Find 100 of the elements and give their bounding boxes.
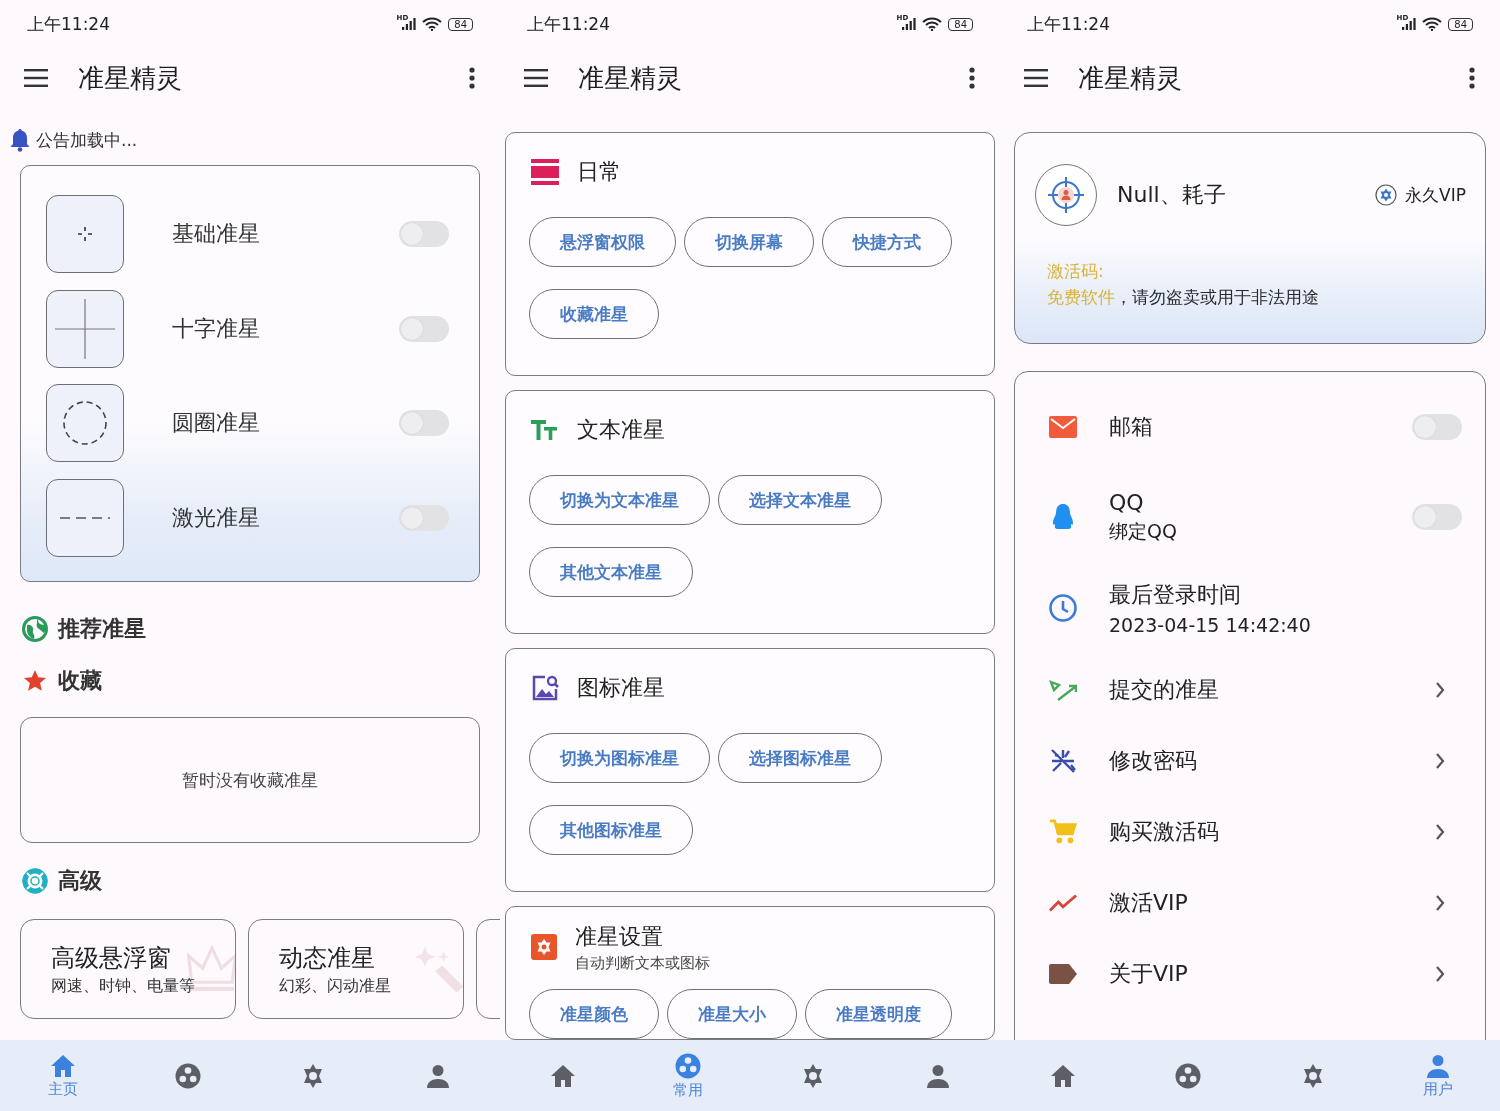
action-button[interactable]: 其他图标准星 xyxy=(529,805,693,855)
gear-icon xyxy=(531,934,557,960)
app-title: 准星精灵 xyxy=(1078,61,1183,95)
dashed-circle-icon xyxy=(62,400,108,447)
cross-lines-icon xyxy=(55,298,115,359)
action-button[interactable]: 准星颜色 xyxy=(529,989,659,1039)
user-name: Null、耗子 xyxy=(1117,181,1227,209)
settings-item[interactable]: 关于VIP xyxy=(1049,938,1462,1009)
three-dots-circle-icon xyxy=(174,1062,201,1089)
signal-icon xyxy=(902,18,917,30)
group-title: 日常 xyxy=(577,158,621,186)
battery-indicator: 84 xyxy=(948,17,973,31)
feature-card[interactable]: 高级悬浮窗 网速、时钟、电量等 xyxy=(20,919,236,1019)
group-title: 文本准星 xyxy=(577,416,665,444)
crosshair-label: 激光准星 xyxy=(172,503,261,532)
action-button[interactable]: 准星大小 xyxy=(667,989,797,1039)
item-subtitle: 2023-04-15 14:42:40 xyxy=(1109,614,1312,636)
home-icon xyxy=(1049,1063,1076,1088)
toggle-switch[interactable] xyxy=(399,410,449,437)
toggle-switch[interactable] xyxy=(399,221,449,248)
menu-icon[interactable] xyxy=(24,69,48,87)
item-title: 激活VIP xyxy=(1109,888,1189,917)
more-icon[interactable] xyxy=(469,67,475,89)
chevron-right-icon xyxy=(1435,822,1445,841)
license-notice: 免费软件，请勿盗卖或用于非法用途 xyxy=(1047,286,1320,309)
action-button[interactable]: 选择图标准星 xyxy=(718,733,882,783)
toggle-switch[interactable] xyxy=(1412,504,1462,530)
menu-icon[interactable] xyxy=(1024,69,1048,87)
tag-icon xyxy=(1049,963,1077,984)
item-title: 修改密码 xyxy=(1109,746,1198,775)
action-button[interactable]: 快捷方式 xyxy=(822,217,952,267)
three-dots-circle-icon xyxy=(674,1053,701,1079)
more-icon[interactable] xyxy=(969,67,975,89)
settings-item[interactable]: 提交的准星 xyxy=(1049,654,1462,725)
notice-text: 公告加载中... xyxy=(36,128,138,152)
action-button[interactable]: 其他文本准星 xyxy=(529,547,693,597)
feature-title: 高级悬浮窗 xyxy=(51,943,171,974)
app-title: 准星精灵 xyxy=(578,61,683,95)
crosshair-preview[interactable] xyxy=(46,195,124,274)
group-subtitle: 自动判断文本或图标 xyxy=(575,953,710,973)
crosshair-label: 基础准星 xyxy=(172,220,261,249)
action-button[interactable]: 收藏准星 xyxy=(529,289,659,339)
star-icon xyxy=(22,668,48,694)
action-button[interactable]: 准星透明度 xyxy=(805,989,952,1039)
toggle-switch[interactable] xyxy=(399,504,449,531)
group-title: 准星设置 xyxy=(575,922,664,951)
three-dots-circle-icon xyxy=(1174,1062,1201,1089)
action-button[interactable]: 切换为图标准星 xyxy=(529,733,710,783)
battery-indicator: 84 xyxy=(1448,17,1473,31)
target-person-icon xyxy=(1046,175,1086,215)
person-icon xyxy=(1426,1054,1449,1078)
vip-label: 永久VIP xyxy=(1405,183,1466,207)
chevron-right-icon xyxy=(1435,680,1445,699)
settings-item[interactable]: 激活VIP xyxy=(1049,867,1462,938)
lifebuoy-icon xyxy=(22,868,48,894)
shopping-cart-icon xyxy=(1049,817,1077,846)
app-title: 准星精灵 xyxy=(78,61,183,95)
feature-subtitle: 幻彩、闪动准星 xyxy=(279,976,391,997)
item-title: 最后登录时间 xyxy=(1109,581,1242,609)
stacked-bars-icon xyxy=(531,159,559,185)
crosshair-preview[interactable] xyxy=(46,384,124,463)
settings-item[interactable]: 邮箱 xyxy=(1049,382,1462,472)
dashed-line-icon xyxy=(60,515,110,520)
clock-icon xyxy=(1049,594,1077,622)
more-icon[interactable] xyxy=(1469,67,1475,89)
globe-icon xyxy=(22,616,48,642)
text-size-icon xyxy=(531,418,559,442)
wifi-icon xyxy=(1422,17,1443,31)
menu-icon[interactable] xyxy=(524,69,548,87)
toggle-switch[interactable] xyxy=(399,315,449,342)
gear-badge-icon xyxy=(1375,184,1398,206)
envelope-icon xyxy=(1049,416,1077,438)
section-heading: 收藏 xyxy=(58,667,102,695)
snowflake-icon xyxy=(1049,746,1077,775)
action-button[interactable]: 切换屏幕 xyxy=(684,217,814,267)
action-button[interactable]: 悬浮窗权限 xyxy=(529,217,676,267)
settings-item[interactable]: 购买激活码 xyxy=(1049,796,1462,867)
action-button[interactable]: 选择文本准星 xyxy=(718,475,882,525)
wifi-icon xyxy=(922,17,943,31)
small-crosshair-icon xyxy=(77,226,93,243)
crosshair-preview[interactable] xyxy=(46,289,124,368)
status-time: 上午11:24 xyxy=(527,12,611,36)
group-title: 图标准星 xyxy=(577,674,665,702)
chevron-right-icon xyxy=(1435,964,1445,983)
feature-subtitle: 网速、时钟、电量等 xyxy=(51,976,195,997)
toggle-switch[interactable] xyxy=(1412,414,1462,440)
feature-card[interactable]: 动态准星 幻彩、闪动准星 xyxy=(248,919,464,1019)
action-button[interactable]: 切换为文本准星 xyxy=(529,475,710,525)
image-search-icon xyxy=(531,674,559,702)
person-icon xyxy=(426,1063,449,1088)
settings-item[interactable]: QQ 绑定QQ xyxy=(1049,472,1462,562)
empty-message: 暂时没有收藏准星 xyxy=(182,768,318,792)
signal-icon xyxy=(1402,18,1417,30)
settings-item[interactable]: 修改密码 xyxy=(1049,725,1462,796)
send-arrow-icon xyxy=(1049,677,1077,702)
person-icon xyxy=(926,1063,949,1088)
item-title: 购买激活码 xyxy=(1109,817,1220,846)
bell-icon xyxy=(10,128,30,152)
crosshair-preview[interactable] xyxy=(46,478,124,557)
chevron-right-icon xyxy=(1435,751,1445,770)
